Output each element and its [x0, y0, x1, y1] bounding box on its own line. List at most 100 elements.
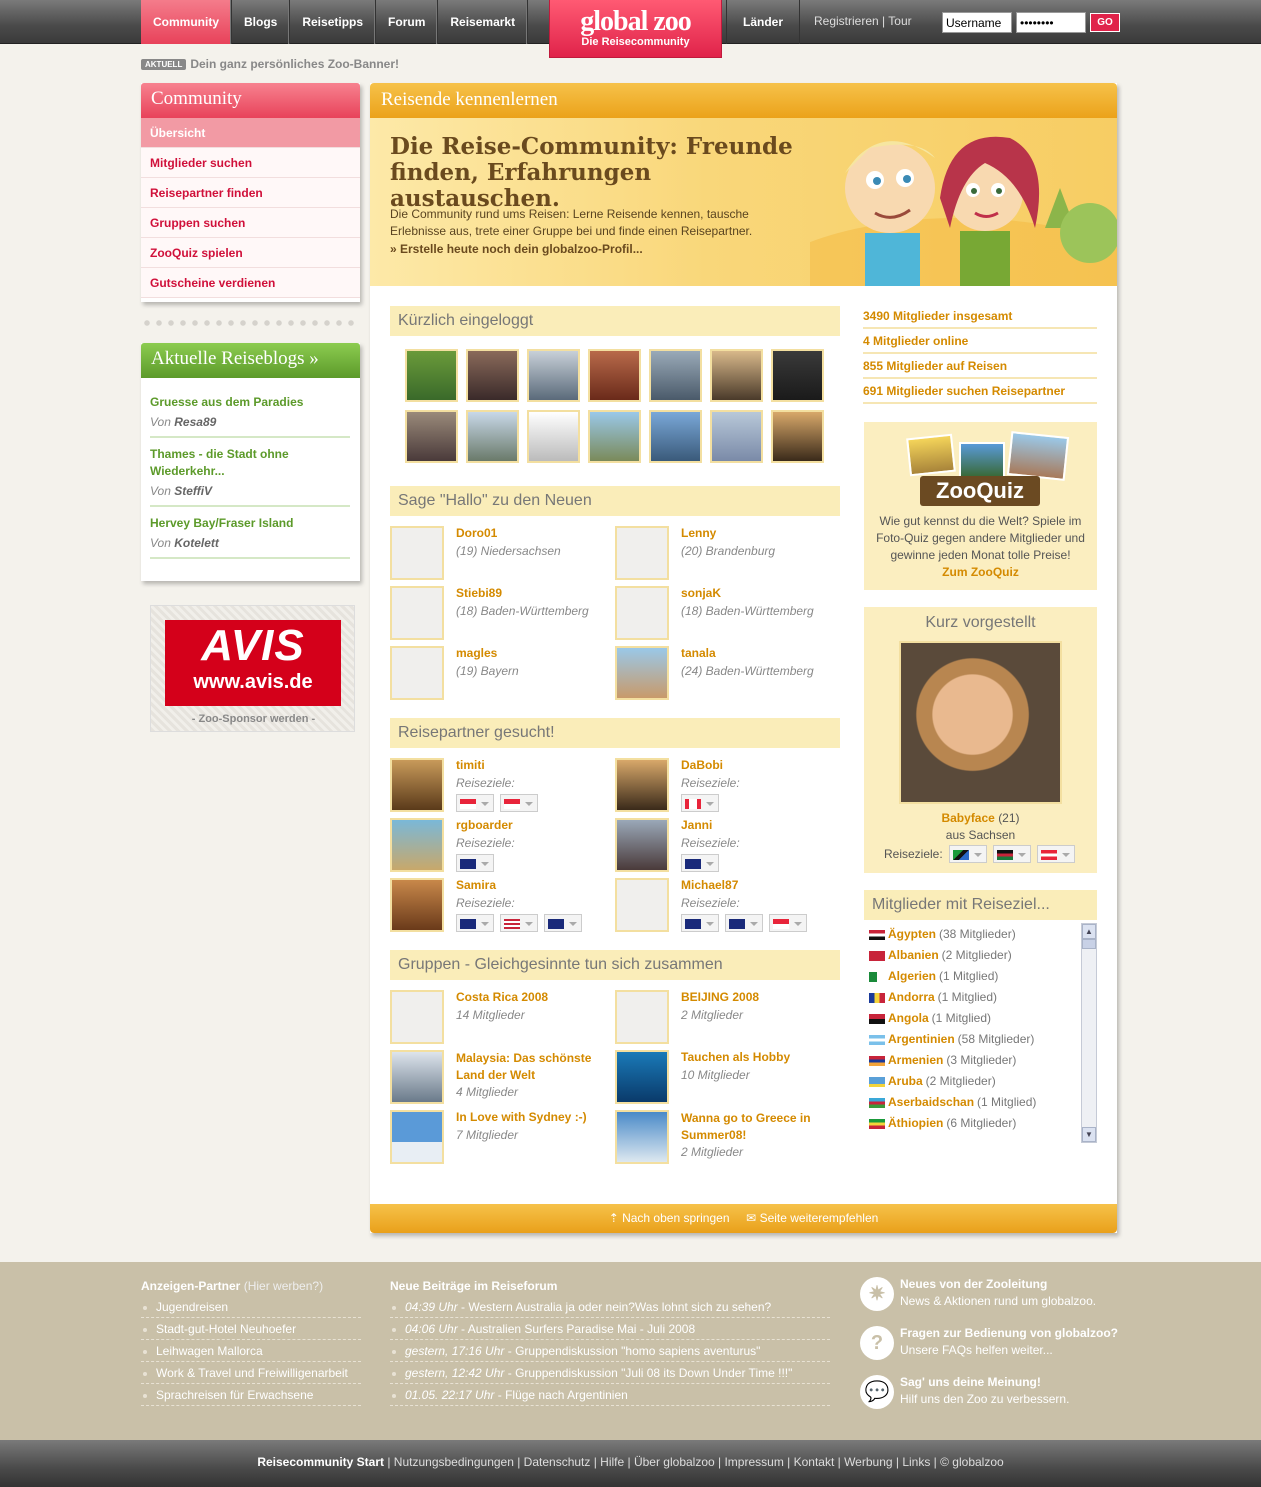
destination-country[interactable]: Algerien	[888, 966, 936, 987]
ad-link[interactable]: Stadt-gut-Hotel Neuhoefer	[141, 1318, 361, 1340]
destination-item[interactable]: Ägypten (38 Mitglieder)	[864, 924, 1097, 945]
menu-zooquiz-spielen[interactable]: ZooQuiz spielen	[141, 238, 360, 268]
back-to-top-link[interactable]: ⇡ Nach oben springen	[609, 1211, 730, 1225]
destination-country[interactable]: Argentinien	[888, 1029, 955, 1050]
nav-laender[interactable]: Länder	[726, 0, 801, 44]
menu-uebersicht[interactable]: Übersicht	[141, 118, 360, 148]
member-name[interactable]: sonjaK	[681, 586, 721, 600]
destination-item[interactable]: Algerien (1 Mitglied)	[864, 966, 1097, 987]
flag-dropdown[interactable]	[681, 794, 719, 812]
destination-item[interactable]: Angola (1 Mitglied)	[864, 1008, 1097, 1029]
feedback-info[interactable]: 💬 Sag' uns deine Meinung! Hilf uns den Z…	[860, 1375, 1130, 1411]
password-input[interactable]	[1016, 12, 1086, 33]
blog-author[interactable]: Resa89	[174, 415, 216, 429]
destination-country[interactable]: Andorra	[888, 987, 935, 1008]
stat-online[interactable]: 4 Mitglieder online	[863, 329, 1097, 354]
scroll-thumb[interactable]	[1082, 939, 1096, 949]
flag-dropdown[interactable]	[992, 845, 1031, 863]
member-name[interactable]: Doro01	[456, 526, 497, 540]
feedback-title[interactable]: Sag' uns deine Meinung!	[900, 1375, 1041, 1389]
featured-photo[interactable]	[899, 641, 1062, 804]
forum-post-link[interactable]: gestern, 12:42 Uhr - Gruppendiskussion "…	[390, 1362, 830, 1384]
bottom-links[interactable]: | Nutzungsbedingungen | Datenschutz | Hi…	[384, 1455, 1003, 1469]
member-thumb[interactable]	[527, 349, 580, 402]
bottom-start-link[interactable]: Reisecommunity Start	[257, 1455, 384, 1469]
group-name[interactable]: Malaysia: Das schönste Land der Welt	[456, 1050, 606, 1084]
member-thumb[interactable]	[466, 410, 519, 463]
member-thumb[interactable]	[771, 410, 824, 463]
group-placeholder[interactable]	[615, 990, 669, 1044]
avatar-placeholder[interactable]	[615, 586, 669, 640]
avatar-placeholder[interactable]	[390, 526, 444, 580]
member-thumb[interactable]	[649, 410, 702, 463]
ad-link[interactable]: Sprachreisen für Erwachsene	[141, 1384, 361, 1406]
destination-country[interactable]: Aruba	[888, 1071, 923, 1092]
member-thumb[interactable]	[405, 410, 458, 463]
zooquiz-link[interactable]: Zum ZooQuiz	[942, 565, 1019, 579]
scroll-down-icon[interactable]: ▼	[1082, 1127, 1096, 1142]
member-name[interactable]: Janni	[681, 818, 712, 832]
create-profile-link[interactable]: » Erstelle heute noch dein globalzoo-Pro…	[390, 242, 643, 256]
sponsor-link[interactable]: - Zoo-Sponsor werden -	[151, 713, 356, 725]
destination-country[interactable]: Ägypten	[888, 924, 936, 945]
member-name[interactable]: Samira	[456, 878, 496, 892]
destination-country[interactable]: Angola	[888, 1008, 929, 1029]
nav-community[interactable]: Community	[141, 0, 232, 44]
forum-post-link[interactable]: 04:39 Uhr - Western Australia ja oder ne…	[390, 1296, 830, 1318]
aktuell-link[interactable]: Dein ganz persönliches Zoo-Banner!	[190, 57, 399, 71]
avatar-placeholder[interactable]	[390, 586, 444, 640]
menu-gruppen-suchen[interactable]: Gruppen suchen	[141, 208, 360, 238]
flag-dropdown[interactable]	[948, 845, 987, 863]
member-name[interactable]: timiti	[456, 758, 485, 772]
username-input[interactable]	[942, 12, 1012, 33]
nav-blogs[interactable]: Blogs	[232, 0, 291, 44]
ad-link[interactable]: Leihwagen Mallorca	[141, 1340, 361, 1362]
ads-hint-link[interactable]: (Hier werben?)	[244, 1279, 323, 1293]
destination-country[interactable]: Aserbaidschan	[888, 1092, 974, 1113]
news-title[interactable]: Neues von der Zooleitung	[900, 1277, 1047, 1291]
flag-dropdown[interactable]	[500, 794, 538, 812]
member-name[interactable]: Lenny	[681, 526, 716, 540]
group-photo[interactable]	[615, 1050, 669, 1104]
member-photo[interactable]	[615, 758, 669, 812]
flag-dropdown[interactable]	[769, 914, 807, 932]
forum-post-link[interactable]: gestern, 17:16 Uhr - Gruppendiskussion "…	[390, 1340, 830, 1362]
group-name[interactable]: Wanna go to Greece in Summer08!	[681, 1110, 831, 1144]
faq-info[interactable]: ? Fragen zur Bedienung von globalzoo? Un…	[860, 1326, 1130, 1362]
destination-item[interactable]: Andorra (1 Mitglied)	[864, 987, 1097, 1008]
member-name[interactable]: rgboarder	[456, 818, 513, 832]
member-photo[interactable]	[390, 758, 444, 812]
menu-gutscheine-verdienen[interactable]: Gutscheine verdienen	[141, 268, 360, 298]
flag-dropdown[interactable]	[456, 794, 494, 812]
menu-mitglieder-suchen[interactable]: Mitglieder suchen	[141, 148, 360, 178]
avatar-placeholder[interactable]	[390, 646, 444, 700]
group-name[interactable]: Costa Rica 2008	[456, 990, 548, 1004]
blog-title[interactable]: Thames - die Stadt ohne Wiederkehr...	[150, 446, 350, 480]
stat-traveling[interactable]: 855 Mitglieder auf Reisen	[863, 354, 1097, 379]
member-thumb[interactable]	[710, 349, 763, 402]
destination-country[interactable]: Äthiopien	[888, 1113, 943, 1134]
avatar-placeholder[interactable]	[615, 526, 669, 580]
member-photo[interactable]	[390, 818, 444, 872]
nav-forum[interactable]: Forum	[376, 0, 439, 44]
destination-item[interactable]: Aserbaidschan (1 Mitglied)	[864, 1092, 1097, 1113]
destination-scrollbar[interactable]: ▲ ▼	[1081, 923, 1097, 1143]
group-photo[interactable]	[390, 1050, 444, 1104]
news-info[interactable]: ✷ Neues von der Zooleitung News & Aktion…	[860, 1277, 1130, 1313]
nav-reisetipps[interactable]: Reisetipps	[290, 0, 377, 44]
forum-post-link[interactable]: 01.05. 22:17 Uhr - Flüge nach Argentinie…	[390, 1384, 830, 1406]
ad-link[interactable]: Jugendreisen	[141, 1296, 361, 1318]
login-go-button[interactable]: GO	[1090, 13, 1120, 32]
group-photo[interactable]	[390, 1110, 444, 1164]
flag-dropdown[interactable]	[456, 854, 494, 872]
faq-title[interactable]: Fragen zur Bedienung von globalzoo?	[900, 1326, 1118, 1340]
member-name[interactable]: magles	[456, 646, 497, 660]
member-photo[interactable]	[615, 818, 669, 872]
member-thumb[interactable]	[588, 410, 641, 463]
member-photo[interactable]	[615, 646, 669, 700]
destination-item[interactable]: Albanien (2 Mitglieder)	[864, 945, 1097, 966]
blog-title[interactable]: Gruesse aus dem Paradies	[150, 394, 350, 411]
flag-dropdown[interactable]	[544, 914, 582, 932]
flag-dropdown[interactable]	[725, 914, 763, 932]
avis-banner[interactable]: AVIS www.avis.de	[165, 620, 341, 706]
